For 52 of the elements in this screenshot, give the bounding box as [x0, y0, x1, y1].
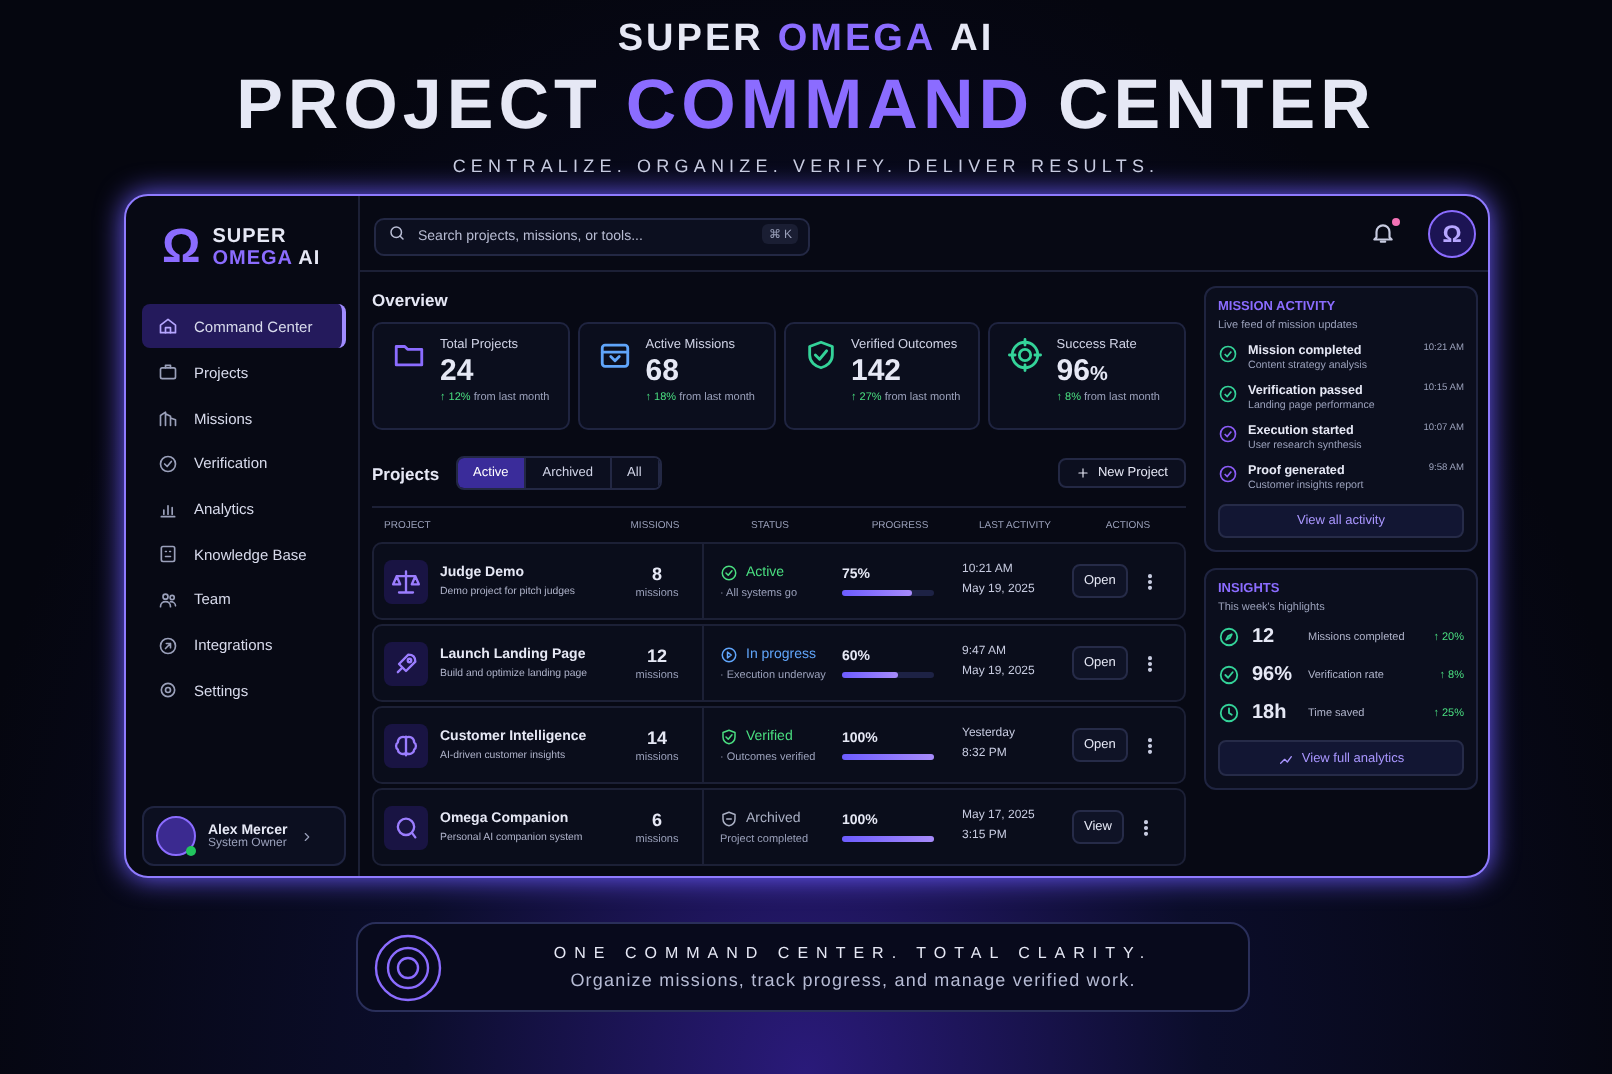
insight-value: 12	[1252, 626, 1277, 648]
shield-icon	[720, 809, 738, 827]
chevron-right-icon	[299, 829, 314, 843]
banner-headline: ONE COMMAND CENTER. TOTAL CLARITY.	[551, 944, 1155, 962]
people-icon	[158, 589, 178, 610]
plus-icon	[1075, 466, 1090, 480]
section-title: Overview	[372, 290, 450, 310]
mission-count: 8	[649, 563, 664, 583]
shield-check-icon	[720, 727, 738, 745]
mission-count: 6	[649, 809, 664, 829]
bar-chart-icon	[158, 499, 178, 519]
shield-check-icon	[803, 338, 837, 372]
mission-count: 12	[644, 645, 669, 665]
logo-word: SUPER	[212, 225, 287, 247]
insight-value: 18h	[1252, 702, 1289, 724]
headline-word: PROJECT	[236, 66, 602, 146]
banner-text: Organize missions, track progress, and manage verified work.	[568, 970, 1138, 990]
logo-mark: Ω	[162, 224, 201, 272]
check-circle-icon	[158, 453, 178, 474]
logo-word: AI	[298, 248, 321, 270]
insight-value: 96%	[1252, 664, 1295, 686]
compass-icon	[1218, 626, 1240, 648]
account-avatar[interactable]: Ω	[1428, 209, 1476, 257]
target-icon	[1008, 338, 1043, 372]
stat-value: 96%	[1056, 354, 1110, 388]
rocket-icon	[392, 649, 420, 677]
home-icon	[158, 316, 178, 336]
brand-accent-word: OMEGA	[777, 18, 937, 62]
headline-accent-word: COMMAND	[625, 66, 1035, 146]
stat-value: 24	[440, 354, 476, 388]
brand-word: AI	[950, 18, 995, 62]
stat-value: 68	[645, 354, 681, 388]
scales-icon	[392, 567, 420, 595]
buildings-icon	[158, 408, 178, 429]
logo-word: OMEGA	[212, 248, 293, 270]
chart-icon	[1277, 750, 1294, 766]
section-title: Projects	[372, 463, 440, 483]
brand-word: SUPER	[617, 18, 764, 62]
check-circle-icon	[1218, 664, 1240, 686]
play-circle-icon	[720, 645, 738, 663]
bell-icon	[1370, 220, 1396, 246]
tagline: CENTRALIZE. ORGANIZE. VERIFY. DELIVER RESULTS.	[452, 156, 1160, 176]
stat-value: 142	[851, 354, 904, 388]
mission-count: 14	[644, 727, 669, 747]
briefcase-icon	[158, 362, 178, 383]
box-icon	[597, 338, 632, 372]
headline-word: CENTER	[1058, 66, 1376, 146]
brain-icon	[392, 731, 420, 759]
clock-icon	[1218, 702, 1240, 724]
target-icon	[374, 933, 442, 1001]
check-circle-icon	[720, 563, 738, 581]
search-icon	[388, 224, 406, 242]
